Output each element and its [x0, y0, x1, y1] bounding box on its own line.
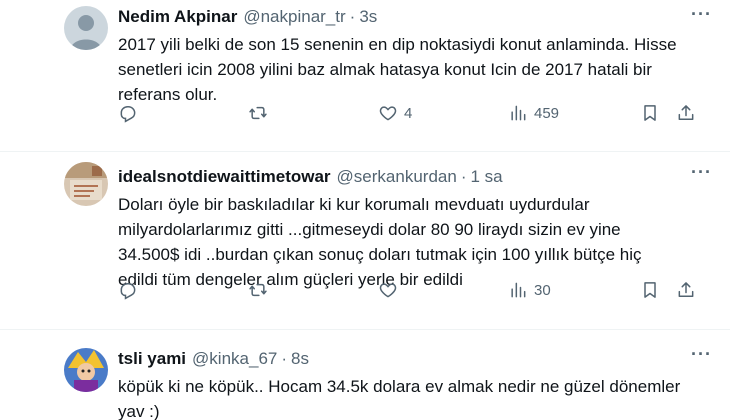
views-count: 30 [534, 281, 551, 299]
tweet-text: Doları öyle bir baskıladılar ki kur koru… [118, 195, 642, 289]
reply-icon [120, 283, 136, 300]
bookmark-icon [644, 282, 656, 298]
heart-icon [379, 106, 397, 121]
timestamp[interactable]: 1 sa [470, 166, 502, 188]
timestamp[interactable]: 3s [359, 6, 377, 28]
reply-icon [120, 106, 136, 123]
tweet-body: Nedim Akpinar @nakpinar_tr · 3s 2017 yil… [118, 6, 710, 107]
separator-dot: · [281, 349, 288, 368]
share-button[interactable] [676, 103, 696, 123]
tweet-body: tsli yami @kinka_67 · 8s köpük ki ne köp… [118, 348, 710, 420]
tweet-header: tsli yami @kinka_67 · 8s [118, 348, 710, 370]
tweet-header: idealsnotdiewaittimetowar @serkankurdan … [118, 166, 710, 188]
views-count: 459 [534, 104, 560, 122]
tweet[interactable]: tsli yami @kinka_67 · 8s köpük ki ne köp… [0, 330, 730, 420]
timeline-feed: Nedim Akpinar @nakpinar_tr · 3s 2017 yil… [0, 0, 730, 420]
avatar[interactable] [64, 6, 108, 50]
share-button[interactable] [676, 280, 696, 300]
tweet[interactable]: Nedim Akpinar @nakpinar_tr · 3s 2017 yil… [0, 0, 730, 152]
separator-dot: · [349, 7, 356, 26]
bookmark-icon [644, 105, 656, 121]
tweet-body: idealsnotdiewaittimetowar @serkankurdan … [118, 166, 710, 292]
retweet-button[interactable] [248, 103, 274, 123]
user-handle[interactable]: @kinka_67 [192, 348, 277, 370]
heart-icon [379, 283, 397, 298]
display-name[interactable]: Nedim Akpinar [118, 6, 237, 28]
bookmark-button[interactable] [640, 103, 660, 123]
more-options-icon[interactable]: ··· [691, 344, 712, 365]
user-handle[interactable]: @serkankurdan [337, 166, 457, 188]
avatar[interactable] [64, 162, 108, 206]
tweet[interactable]: idealsnotdiewaittimetowar @serkankurdan … [0, 152, 730, 330]
views-button[interactable]: 459 [508, 103, 559, 123]
timestamp[interactable]: 8s [291, 348, 309, 370]
retweet-icon [249, 283, 267, 297]
bookmark-button[interactable] [640, 280, 660, 300]
more-options-icon[interactable]: ··· [691, 162, 712, 183]
user-handle[interactable]: @nakpinar_tr [243, 6, 345, 28]
like-button[interactable] [378, 280, 404, 300]
display-name[interactable]: tsli yami [118, 348, 186, 370]
tweet-text: köpük ki ne köpük.. Hocam 34.5k dolara e… [118, 377, 681, 420]
tweet-header: Nedim Akpinar @nakpinar_tr · 3s [118, 6, 710, 28]
reply-button[interactable] [118, 103, 144, 123]
views-chart-icon [511, 282, 526, 298]
display-name[interactable]: idealsnotdiewaittimetowar [118, 166, 331, 188]
like-count: 4 [404, 104, 413, 122]
views-button[interactable]: 30 [508, 280, 551, 300]
views-chart-icon [511, 105, 526, 121]
retweet-button[interactable] [248, 280, 274, 300]
like-button[interactable]: 4 [378, 103, 412, 123]
reply-button[interactable] [118, 280, 144, 300]
more-options-icon[interactable]: ··· [691, 4, 712, 25]
tweet-text: 2017 yili belki de son 15 senenin en dip… [118, 35, 677, 104]
retweet-icon [249, 106, 267, 120]
separator-dot: · [460, 167, 467, 186]
share-icon [678, 282, 694, 297]
share-icon [678, 105, 694, 120]
avatar[interactable] [64, 348, 108, 392]
